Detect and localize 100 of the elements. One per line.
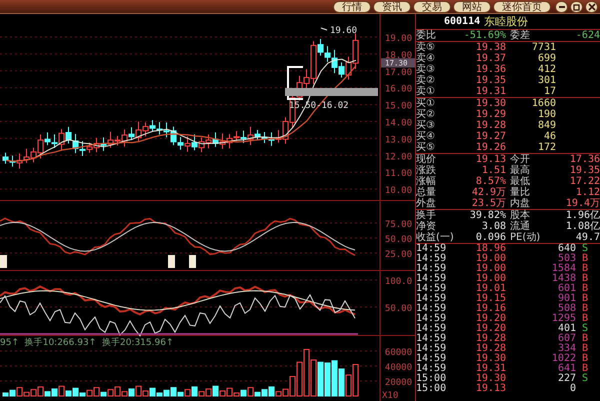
axis-label: 40000 <box>384 363 412 373</box>
field-value: 1.08亿 <box>564 221 600 232</box>
axis-label: 25.00 <box>384 250 412 260</box>
order-volume: 172 <box>536 142 556 153</box>
field-label: 今开 <box>509 154 531 165</box>
field-label: 最高 <box>509 165 531 176</box>
tick-side: B <box>580 284 588 294</box>
axis-label: 14.00 <box>384 118 412 128</box>
field-label: 委差 <box>509 30 531 41</box>
tick-price: 19.20 <box>474 314 506 324</box>
axis-label: 60000 <box>384 348 412 358</box>
tick-volume: 227 <box>556 374 576 384</box>
tick-side: S <box>580 374 588 384</box>
field-value: 19.13 <box>474 154 506 165</box>
tick-side: B <box>580 354 588 364</box>
axis-label: 12.00 <box>384 152 412 162</box>
restore-icon <box>572 2 580 10</box>
field-label: 外盘 <box>416 198 437 209</box>
tick-volume: 901 <box>556 294 576 304</box>
axis-label: 19.00 <box>384 34 412 44</box>
order-volume: 301 <box>536 75 556 86</box>
field-value: 23.5万 <box>470 198 506 209</box>
close-icon <box>588 2 596 10</box>
order-price: 19.30 <box>474 98 506 109</box>
tick-volume: 503 <box>558 254 576 264</box>
field-label: 最低 <box>509 176 531 187</box>
order-volume: 46 <box>542 131 556 142</box>
minimize-button[interactable] <box>555 0 568 12</box>
tick-price: 19.30 <box>474 374 506 384</box>
tick-price: 19.13 <box>474 384 506 394</box>
field-value: -51.69% <box>462 30 506 41</box>
field-label: 委比 <box>416 30 437 41</box>
tick-price: 19.00 <box>474 254 506 264</box>
nav-tab[interactable]: 行情 <box>333 0 371 12</box>
order-price: 19.29 <box>474 109 506 120</box>
scale-label: X10 <box>382 391 398 401</box>
field-value: 42.9万 <box>470 187 506 198</box>
tick-side: B <box>580 264 588 274</box>
tick-time: 14:59 <box>416 324 448 334</box>
tick-volume: 1438 <box>550 274 576 284</box>
nav-tab[interactable]: 迷你首页 <box>493 0 551 12</box>
field-label: 卖④ <box>416 53 436 64</box>
tick-time: 14:59 <box>416 364 448 374</box>
tick-time: 14:59 <box>416 314 448 324</box>
field-label: 卖① <box>416 86 436 97</box>
tick-side: B <box>580 304 588 314</box>
tick-volume: 640 <box>556 244 576 254</box>
order-volume: 412 <box>536 64 556 75</box>
tick-time: 14:59 <box>416 264 448 274</box>
order-volume: 699 <box>536 53 556 64</box>
field-value: 0.096 <box>474 232 506 243</box>
order-price: 19.28 <box>474 120 506 131</box>
volume-legend: 95↑ 换手10:266.93↑ 换手20:315.96↑ <box>0 338 174 348</box>
tick-price: 19.00 <box>474 264 506 274</box>
field-value: 3.08 <box>480 221 506 232</box>
stock-code: 600114 <box>444 16 480 27</box>
tick-price: 19.30 <box>474 354 506 364</box>
field-label: 涨跌 <box>416 165 437 176</box>
tick-volume: 607 <box>556 334 576 344</box>
tick-price: 19.31 <box>474 364 506 374</box>
high-price-label: 19.60 <box>330 26 358 36</box>
order-price: 19.31 <box>474 86 506 97</box>
field-label: 买① <box>416 98 436 109</box>
nav-tab[interactable]: 交易 <box>413 0 451 12</box>
nav-tab[interactable]: 资讯 <box>373 0 411 12</box>
field-label: 卖⑤ <box>416 42 436 53</box>
field-label: 内盘 <box>509 198 531 209</box>
field-label: 股本 <box>509 210 531 221</box>
axis-label: 50.00 <box>384 304 412 314</box>
tick-price: 18.96 <box>474 244 506 254</box>
signal-marker <box>0 255 7 268</box>
field-label: 买③ <box>416 120 436 131</box>
tick-side: B <box>580 274 588 284</box>
field-label: 买④ <box>416 131 436 142</box>
tick-side: B <box>580 314 588 324</box>
tick-time: 14:59 <box>416 254 448 264</box>
bracket-marker <box>287 66 304 100</box>
field-label: 换手 <box>416 210 437 221</box>
field-label: 收益(一) <box>416 232 455 243</box>
tick-time: 14:59 <box>416 284 448 294</box>
stock-name: 东睦股份 <box>484 14 528 29</box>
field-label: 总量 <box>416 187 437 198</box>
signal-marker <box>168 255 175 268</box>
field-label: 买⑤ <box>416 142 436 153</box>
order-volume: 849 <box>536 120 556 131</box>
signal-marker <box>189 255 196 268</box>
nav-tab[interactable]: 网站 <box>453 0 491 12</box>
axis-label: 13.00 <box>384 135 412 146</box>
restore-button[interactable] <box>570 0 583 12</box>
order-price: 19.38 <box>474 42 506 53</box>
tick-volume: 0 <box>568 384 576 394</box>
tick-side: S <box>580 244 588 254</box>
field-value: 8.57% <box>474 176 506 187</box>
axis-label: 16.00 <box>384 84 412 95</box>
tick-volume: 401 <box>556 324 576 334</box>
field-label: 涨幅 <box>416 176 437 187</box>
order-price: 19.36 <box>474 64 506 75</box>
close-button[interactable] <box>585 0 598 12</box>
tick-volume: 1022 <box>550 354 576 364</box>
tick-price: 19.15 <box>474 294 506 304</box>
